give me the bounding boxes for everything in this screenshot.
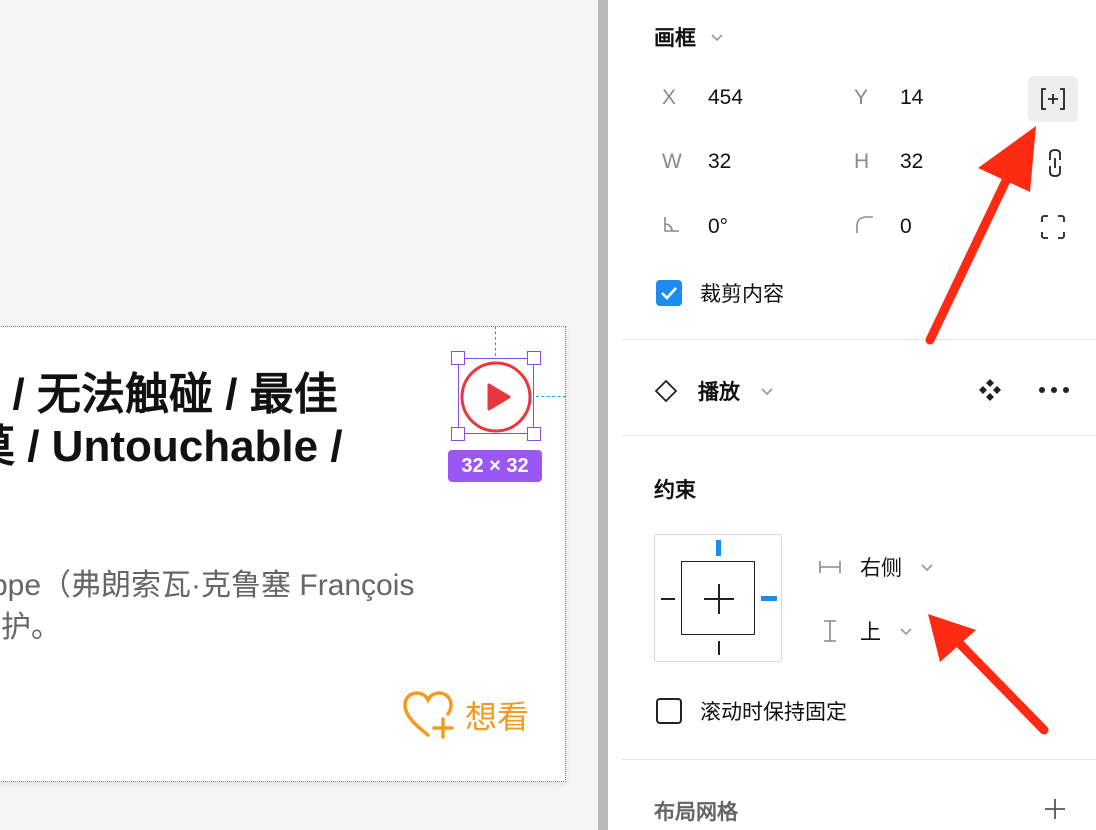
vertical-constraint-value: 上 xyxy=(860,621,881,644)
panel-splitter[interactable] xyxy=(598,0,622,830)
frame-type-dropdown[interactable]: 画框 xyxy=(654,22,724,52)
size-badge: 32 × 32 xyxy=(448,450,542,482)
inspector-panel: 画框 X 454 Y 14 W 32 H 32 0° 0 裁剪内容 播放 约束 … xyxy=(622,0,1096,830)
more-options-button[interactable] xyxy=(1034,374,1074,406)
corner-radius-field[interactable]: 0 xyxy=(854,214,912,240)
constraints-section-title: 约束 xyxy=(654,479,696,502)
corner-radius-icon xyxy=(856,216,873,233)
fix-position-scroll-checkbox[interactable]: 滚动时保持固定 xyxy=(656,696,847,726)
spacing-guide-top xyxy=(495,326,496,356)
design-canvas[interactable]: ·) / 无法触碰 / 最佳 莫 / Untouchable / ilippe（… xyxy=(0,0,598,830)
want-to-watch-label: 想看 xyxy=(464,699,529,735)
resize-handle-top-left[interactable] xyxy=(451,351,465,365)
resize-handle-bottom-left[interactable] xyxy=(451,427,465,441)
resize-handle-bottom-right[interactable] xyxy=(527,427,541,441)
vertical-constraint-icon xyxy=(824,620,836,642)
movie-description-line-2: 陪护。 xyxy=(0,611,61,644)
fix-position-scroll-label: 滚动时保持固定 xyxy=(700,701,847,724)
vertical-constraint-dropdown[interactable]: 上 xyxy=(818,616,913,646)
layout-grid-section: 布局网格 xyxy=(622,760,1096,830)
main-component-icon xyxy=(979,379,1001,401)
plus-icon xyxy=(1045,799,1065,819)
independent-corners-icon xyxy=(1041,215,1065,239)
component-instance-icon xyxy=(654,379,678,403)
link-icon xyxy=(1049,149,1061,177)
horizontal-constraint-icon xyxy=(819,561,841,573)
frame-section: 画框 X 454 Y 14 W 32 H 32 0° 0 裁剪内容 xyxy=(622,0,1096,340)
clip-content-label: 裁剪内容 xyxy=(700,283,784,306)
independent-corners-button[interactable] xyxy=(1038,212,1068,242)
horizontal-constraint-dropdown[interactable]: 右侧 xyxy=(818,552,934,582)
corner-radius-label xyxy=(854,214,900,240)
heart-plus-icon xyxy=(403,691,454,739)
w-value[interactable]: 32 xyxy=(708,150,731,174)
h-field[interactable]: H 32 xyxy=(854,150,923,174)
constraint-widget[interactable] xyxy=(654,534,782,662)
y-label: Y xyxy=(854,86,869,109)
constraint-bottom-inactive[interactable] xyxy=(718,641,720,655)
w-field[interactable]: W 32 xyxy=(662,150,731,174)
constraint-left-inactive[interactable] xyxy=(661,598,675,600)
h-value[interactable]: 32 xyxy=(900,150,923,174)
checkbox-unchecked[interactable] xyxy=(656,698,682,724)
constraint-right-active[interactable] xyxy=(761,596,777,601)
constraint-center-vertical[interactable] xyxy=(718,584,720,614)
movie-title-line-1: ·) / 无法触碰 / 最佳 xyxy=(0,370,338,419)
selection-outline xyxy=(458,358,534,434)
frame-selection-icon xyxy=(1041,88,1065,110)
component-name-dropdown[interactable]: 播放 xyxy=(654,376,774,406)
go-to-main-component-button[interactable] xyxy=(974,374,1006,406)
chevron-down-icon xyxy=(921,564,933,572)
spacing-guide-right xyxy=(536,396,566,397)
movie-description: ilippe（弗朗索瓦·克鲁塞 François 陪护。 xyxy=(0,565,531,649)
constrain-proportions-button[interactable] xyxy=(1040,146,1070,180)
x-label: X xyxy=(662,86,677,109)
checkmark-icon xyxy=(661,287,677,300)
rotation-angle-icon xyxy=(664,217,679,232)
want-to-watch-button[interactable]: 想看 xyxy=(401,689,529,741)
checkbox-checked[interactable] xyxy=(656,280,682,306)
add-layout-grid-button[interactable] xyxy=(1040,794,1070,824)
component-section: 播放 xyxy=(622,340,1096,436)
component-name: 播放 xyxy=(698,381,740,404)
chevron-down-icon xyxy=(900,628,912,636)
constraint-top-active[interactable] xyxy=(716,540,721,556)
chevron-down-icon xyxy=(761,388,773,396)
frame-selection-button[interactable] xyxy=(1028,76,1078,122)
rotation-value[interactable]: 0° xyxy=(708,215,728,239)
clip-content-checkbox[interactable]: 裁剪内容 xyxy=(656,278,784,308)
constraints-section: 约束 右侧 上 滚动时保持固定 xyxy=(622,436,1096,760)
movie-description-line-1: ilippe（弗朗索瓦·克鲁塞 François xyxy=(0,569,415,602)
rotation-field[interactable]: 0° xyxy=(662,214,728,240)
chevron-down-icon xyxy=(711,34,723,42)
y-value[interactable]: 14 xyxy=(900,86,923,110)
resize-handle-top-right[interactable] xyxy=(527,351,541,365)
frame-section-title: 画框 xyxy=(654,27,696,50)
movie-title-line-2: 莫 / Untouchable / xyxy=(0,422,343,471)
x-value[interactable]: 454 xyxy=(708,86,743,110)
x-field[interactable]: X 454 xyxy=(662,86,743,110)
h-label: H xyxy=(854,150,870,173)
w-label: W xyxy=(662,150,682,173)
horizontal-constraint-value: 右侧 xyxy=(860,557,902,580)
corner-radius-value[interactable]: 0 xyxy=(900,215,912,239)
y-field[interactable]: Y 14 xyxy=(854,86,923,110)
movie-title: ·) / 无法触碰 / 最佳 莫 / Untouchable / xyxy=(0,369,421,473)
more-horizontal-icon xyxy=(1039,387,1069,393)
rotation-label xyxy=(662,214,708,240)
layout-grid-title: 布局网格 xyxy=(654,801,738,824)
